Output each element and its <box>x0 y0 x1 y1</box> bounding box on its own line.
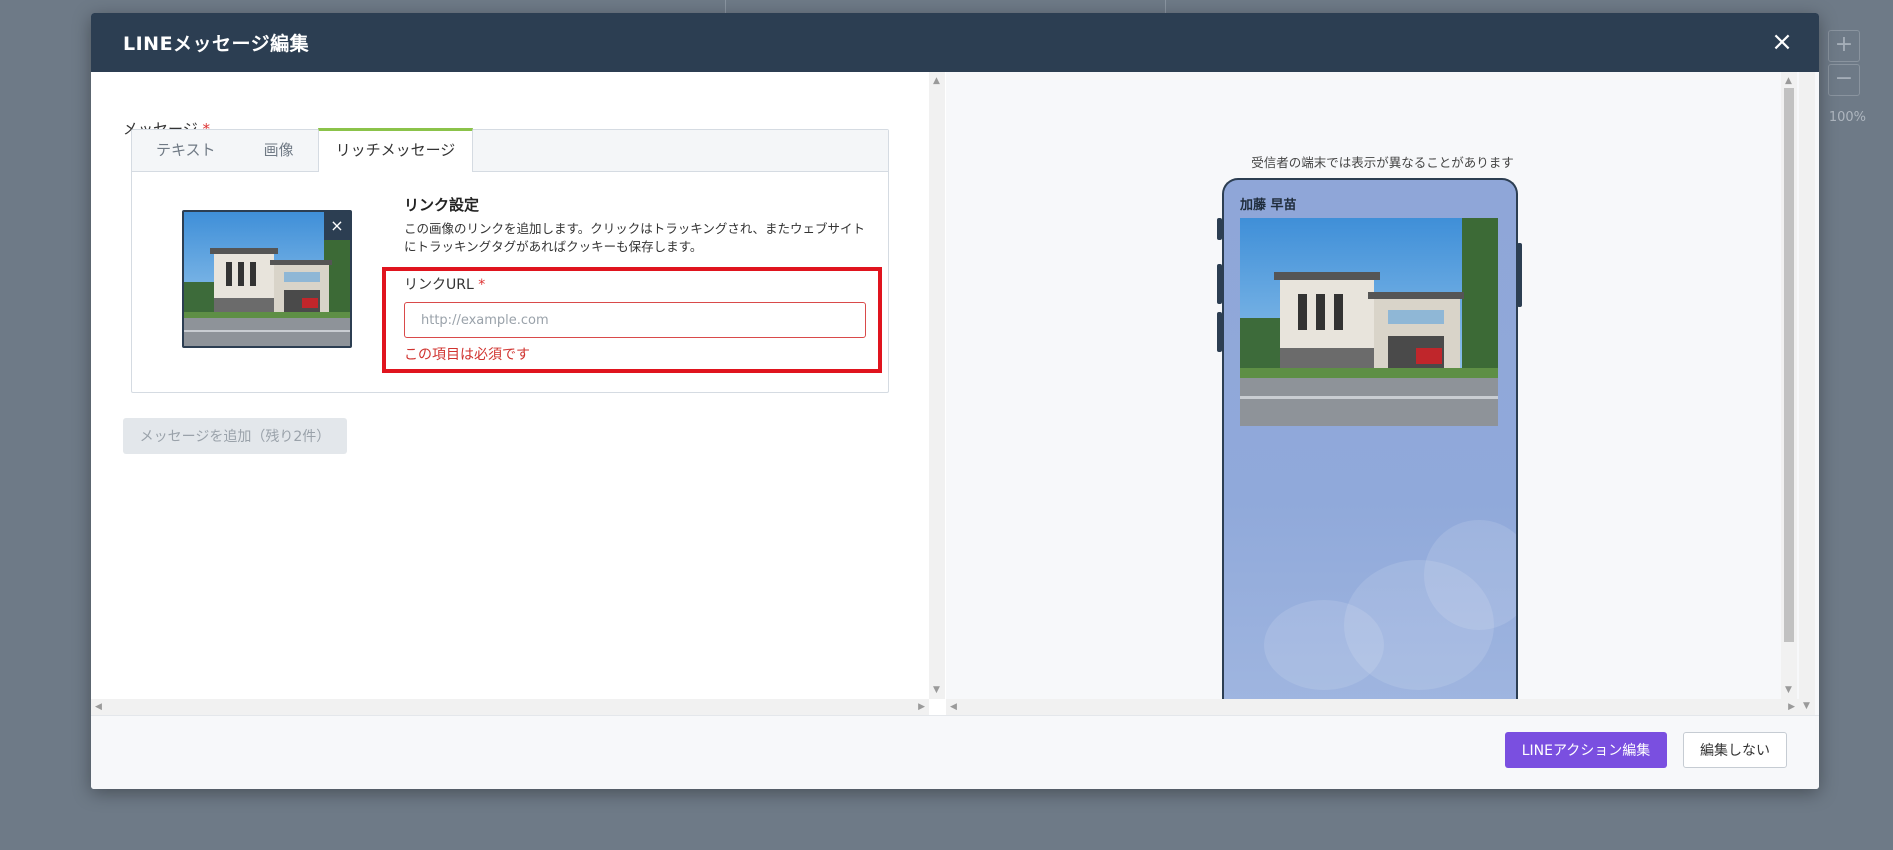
line-message-edit-modal: LINEメッセージ編集 × メッセージ * テキスト 画像 リッチメッセージ <box>91 13 1819 789</box>
modal-footer: LINEアクション編集 編集しない <box>91 715 1819 789</box>
scroll-down-arrow-icon[interactable]: ▼ <box>933 685 940 695</box>
close-icon[interactable]: × <box>1767 27 1797 57</box>
right-vertical-scrollbar[interactable]: ▲ ▼ <box>1781 72 1797 699</box>
message-type-tabs: テキスト 画像 リッチメッセージ <box>132 128 888 172</box>
add-message-button[interactable]: メッセージを追加（残り2件） <box>123 418 347 454</box>
message-editor-pane: メッセージ * テキスト 画像 リッチメッセージ <box>91 72 945 715</box>
link-settings-title: リンク設定 <box>404 196 480 214</box>
left-horizontal-scrollbar[interactable]: ◀ ▶ <box>91 699 929 715</box>
scroll-down-arrow-icon[interactable]: ▼ <box>1785 685 1792 695</box>
link-url-label-text: リンクURL <box>404 277 474 293</box>
scroll-left-arrow-icon[interactable]: ◀ <box>95 702 102 712</box>
outer-vertical-scrollbar[interactable]: ▼ <box>1799 72 1815 715</box>
link-url-label: リンクURL * <box>404 274 485 294</box>
modal-header: LINEメッセージ編集 × <box>91 13 1819 72</box>
zoom-out-icon[interactable]: − <box>1828 64 1860 96</box>
edit-line-action-button[interactable]: LINEアクション編集 <box>1505 732 1667 768</box>
scroll-down-arrow-icon[interactable]: ▼ <box>1803 701 1810 711</box>
link-url-input[interactable] <box>404 302 866 338</box>
preview-pane: 受信者の端末では表示が異なることがあります 加藤 早苗 ▲ ▼ ▼ ◀ ▶ <box>946 72 1819 715</box>
sender-name: 加藤 早苗 <box>1240 198 1297 213</box>
left-vertical-scrollbar[interactable]: ▲ ▼ <box>929 72 945 699</box>
scrollbar-thumb[interactable] <box>1784 88 1794 642</box>
message-tab-card: テキスト 画像 リッチメッセージ × リンク設定 この画像のリンクを追加します。… <box>131 128 889 393</box>
cancel-edit-button[interactable]: 編集しない <box>1683 732 1787 768</box>
link-settings-description: この画像のリンクを追加します。クリックはトラッキングされ、またウェブサイトにトラ… <box>404 221 866 254</box>
modal-body: メッセージ * テキスト 画像 リッチメッセージ <box>91 72 1819 715</box>
zoom-level: 100% <box>1828 110 1866 125</box>
phone-preview: 加藤 早苗 <box>1222 178 1518 715</box>
background-divider <box>1165 0 1166 14</box>
background-divider <box>725 0 726 14</box>
required-mark: * <box>478 277 486 293</box>
scroll-right-arrow-icon[interactable]: ▶ <box>1788 702 1795 712</box>
tab-image[interactable]: 画像 <box>240 129 318 171</box>
remove-image-icon[interactable]: × <box>324 212 350 240</box>
scroll-up-arrow-icon[interactable]: ▲ <box>933 76 940 86</box>
preview-note: 受信者の端末では表示が異なることがあります <box>1251 155 1514 170</box>
modal-title: LINEメッセージ編集 <box>123 33 310 55</box>
scroll-up-arrow-icon[interactable]: ▲ <box>1785 76 1792 86</box>
house-image <box>1240 218 1498 426</box>
preview-rich-message-image[interactable] <box>1240 218 1498 426</box>
rich-message-image-thumbnail: × <box>182 210 352 348</box>
tab-text[interactable]: テキスト <box>132 129 240 171</box>
scroll-right-arrow-icon[interactable]: ▶ <box>918 702 925 712</box>
scroll-left-arrow-icon[interactable]: ◀ <box>950 702 957 712</box>
zoom-in-icon[interactable]: + <box>1828 30 1860 62</box>
tab-rich-message[interactable]: リッチメッセージ <box>317 128 474 172</box>
link-url-error-message: この項目は必須です <box>404 347 530 363</box>
right-horizontal-scrollbar[interactable]: ◀ ▶ <box>946 699 1799 715</box>
